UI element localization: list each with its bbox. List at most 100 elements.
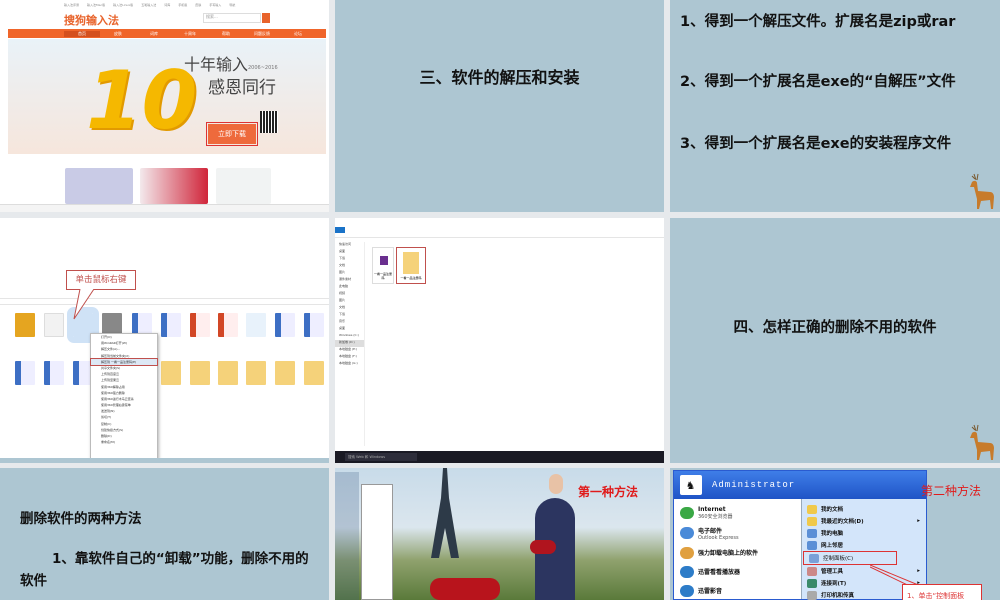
player-icon	[680, 565, 694, 578]
nav-item: 本地磁盘 (F:)	[339, 354, 357, 358]
nav-item: 课件素材	[339, 277, 352, 281]
item-title: 电子邮件	[698, 527, 723, 535]
topbar-link: 导航	[229, 2, 236, 7]
slide-thumbnail-3[interactable]: 1、得到一个解压文件。扩展名是zip或rar 2、得到一个扩展名是exe的“自解…	[670, 0, 1000, 212]
nav-item: 图片	[339, 270, 346, 274]
item-label: 我最近的文档(D)	[821, 519, 864, 525]
callout-label: 单击鼠标右键	[66, 270, 136, 290]
explorer-window	[0, 218, 329, 463]
slide-thumbnail-8[interactable]: 第一种方法	[335, 468, 664, 600]
item-title: 强力卸载电脑上的软件	[698, 550, 759, 557]
file-name: 一看一品注册码	[400, 276, 422, 280]
deer-icon	[970, 173, 994, 209]
topbar-link: 手机版	[178, 2, 188, 7]
item-label: 网上邻居	[821, 543, 844, 549]
slide-thumbnail-2[interactable]: 三、软件的解压和安装	[335, 0, 664, 212]
nav-item: 音乐	[339, 319, 346, 323]
qr-code-icon	[260, 111, 278, 133]
topbar-link: 五笔输入法	[141, 2, 157, 7]
user-avatar-icon: ♞	[680, 475, 702, 495]
promo-card	[216, 168, 271, 204]
nav-item: 皮肤	[114, 30, 122, 36]
word-icon	[161, 313, 181, 337]
item-label: 控制面板(C)	[823, 556, 854, 562]
slide-thumbnail-9[interactable]: ♞ Administrator Internet 360安全浏览器 电子邮件 Outl…	[670, 468, 1000, 600]
eiffel-tower-image	[431, 468, 459, 558]
file-icon	[15, 313, 35, 337]
folder-icon	[807, 516, 817, 526]
nav-item: 论坛	[294, 30, 302, 36]
start-right-item: 我的电脑	[802, 527, 926, 539]
search-icon	[262, 13, 270, 23]
item-label: 我的文档	[821, 507, 844, 513]
browser-icon	[680, 507, 694, 519]
woman-head-image	[549, 474, 563, 494]
nav-item: 本地磁盘 (E:)	[339, 347, 358, 351]
slide-title: 三、软件的解压和安装	[419, 68, 580, 87]
nav-item: 桌面	[339, 326, 346, 330]
nav-item: 下载	[339, 312, 346, 316]
folder-icon	[161, 361, 181, 385]
callout-label: 1、单击“控制面板	[902, 584, 982, 600]
nav-item: 文档	[339, 263, 346, 267]
word-icon	[275, 313, 295, 337]
word-icon	[304, 313, 324, 337]
windows-taskbar: 搜索 Web 和 Windows	[335, 451, 664, 463]
user-name: Administrator	[712, 480, 796, 490]
slide-title: 四、怎样正确的删除不用的软件	[733, 320, 937, 336]
item-subtitle: 360安全浏览器	[698, 514, 733, 520]
tools-icon	[807, 566, 817, 576]
start-menu	[361, 484, 393, 600]
topbar-link: 输入法评测	[64, 2, 80, 7]
start-item: 迅雷看看播放器	[674, 562, 801, 581]
list-item: 3、得到一个扩展名是exe的安装程序文件	[680, 136, 952, 152]
start-right-item: 我的文档	[802, 503, 926, 515]
nav-item: Windows (C:)	[339, 333, 359, 337]
slide-thumbnail-5[interactable]: 快速访问 桌面 下载 文档 图片 课件素材 此电脑 视频 图片 文档 下载 音乐…	[335, 218, 664, 463]
topbar-link: 词库	[164, 2, 171, 7]
item-label: 打印机和传真	[821, 593, 855, 599]
control-panel-icon	[809, 553, 819, 563]
word-icon	[15, 361, 35, 385]
download-button: 立即下载	[206, 122, 258, 146]
nav-item: 十周年	[184, 30, 196, 36]
topbar-link: 输入法Mac版	[87, 2, 106, 7]
nav-item: 桌面	[339, 249, 346, 253]
deer-icon	[970, 424, 994, 460]
nav-item: 首页	[64, 30, 100, 37]
list-item: 1、得到一个解压文件。扩展名是zip或rar	[680, 14, 956, 30]
printer-icon	[807, 590, 817, 600]
start-item: Internet 360安全浏览器	[674, 503, 801, 523]
slide-thumbnail-6[interactable]: 四、怎样正确的删除不用的软件	[670, 218, 1000, 463]
navigation-pane: 快速访问 桌面 下载 文档 图片 课件素材 此电脑 视频 图片 文档 下载 音乐…	[335, 242, 365, 446]
nav-item: 文档	[339, 305, 346, 309]
nav-item: 帮助	[222, 30, 230, 36]
roses-image	[530, 540, 556, 554]
slide-thumbnail-1[interactable]: 输入法评测 输入法Mac版 输入法Linux版 五笔输入法 词库 手机版 皮肤 …	[0, 0, 329, 212]
slide-thumbnail-4[interactable]: 单击鼠标右键 打开(O) 用WinRAR打开(W) 解压文件(A)... 解压到…	[0, 218, 329, 463]
start-right-item: 网上邻居	[802, 539, 926, 551]
slide-thumbnail-7[interactable]: 删除软件的两种方法 1、靠软件自己的“卸载”功能，删除不用的软件	[0, 468, 329, 600]
list-item: 1、靠软件自己的“卸载”功能，删除不用的软件	[20, 551, 309, 589]
folder-icon	[807, 504, 817, 514]
folder-item: 一看一品注册码	[396, 247, 426, 284]
explorer-window: 快速访问 桌面 下载 文档 图片 课件素材 此电脑 视频 图片 文档 下载 音乐…	[335, 218, 664, 463]
hero-line1: 十年输入	[184, 55, 249, 74]
nav-item: 下载	[339, 256, 346, 260]
search-input: 搜索...	[203, 13, 261, 23]
folder-icon	[246, 361, 266, 385]
topbar-link: 手写输入	[209, 2, 222, 7]
item-label: 我的电脑	[821, 531, 844, 537]
desktop-icons	[335, 472, 359, 600]
folder-icon	[190, 361, 210, 385]
arrow-icon: ▸	[917, 518, 920, 524]
ppt-icon	[190, 313, 210, 337]
connect-icon	[807, 578, 817, 588]
callout-pointer	[73, 289, 95, 320]
menu-item: 重命名(M)	[101, 440, 115, 445]
nav-item: 快速访问	[339, 242, 352, 246]
hero-number: 10	[86, 54, 198, 147]
sogou-logo: 搜狗输入法	[64, 14, 119, 27]
file-item: 一看一品注册码	[372, 247, 394, 284]
nav-item: 本地磁盘 (G:)	[339, 361, 358, 365]
